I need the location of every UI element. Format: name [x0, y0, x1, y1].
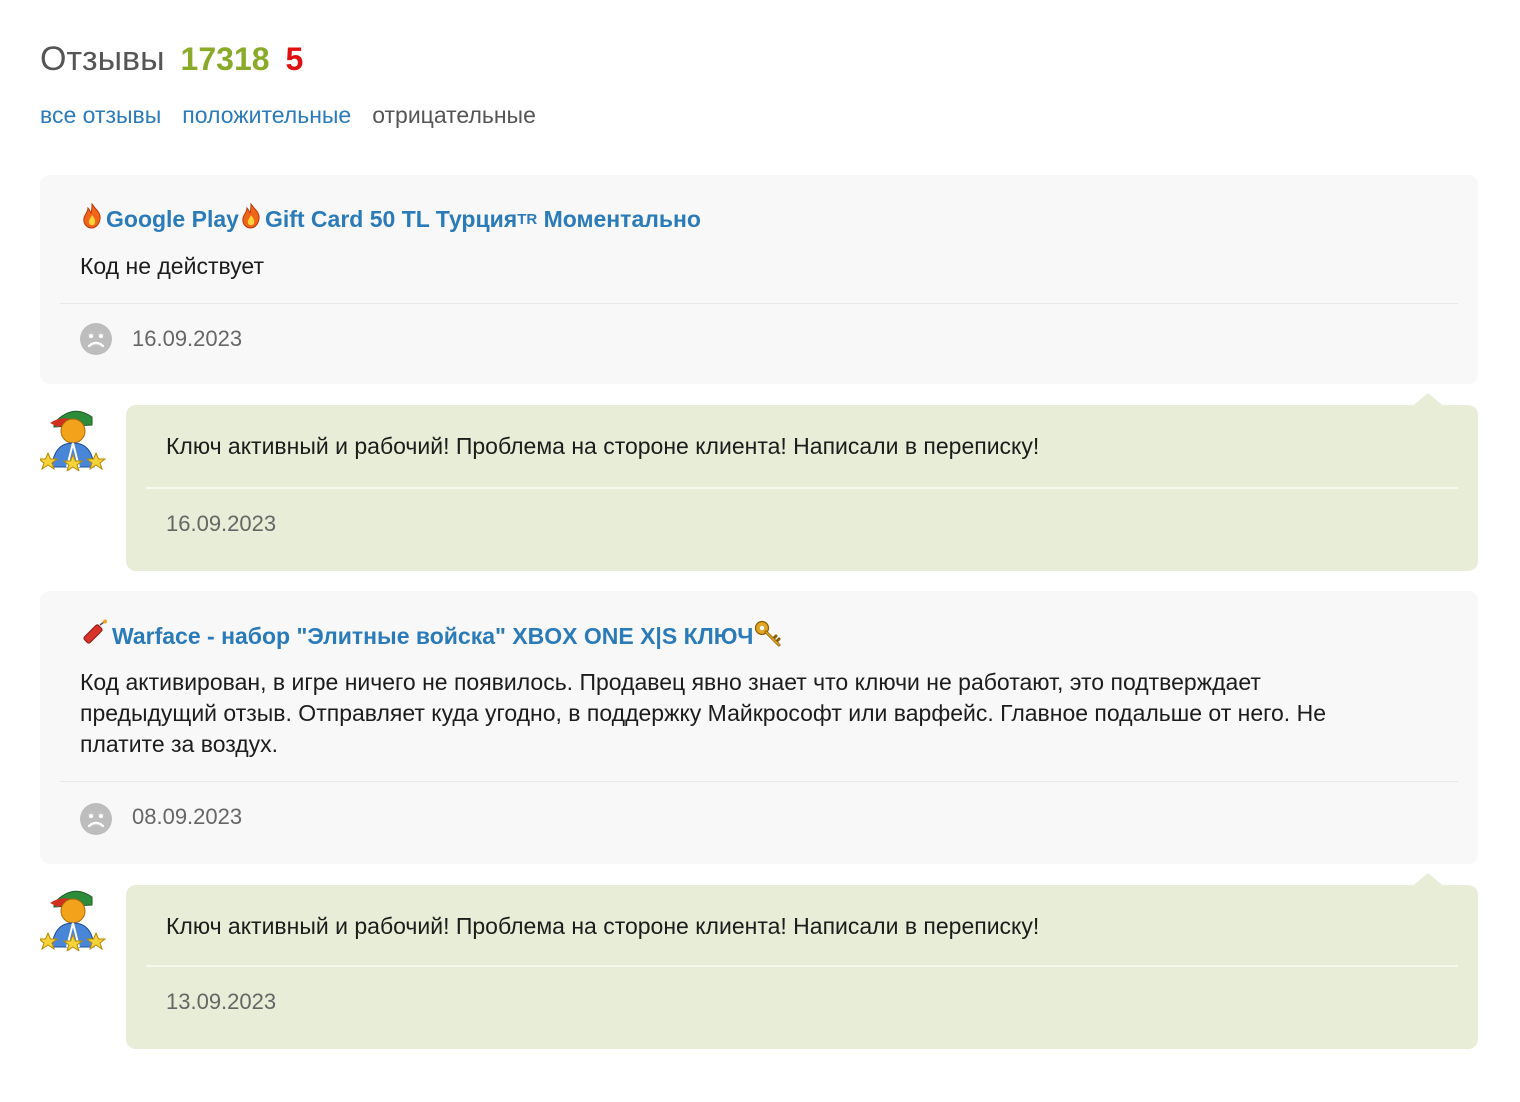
- review-card: Google Play Gift Card 50 TL Турция TR Мо…: [40, 175, 1478, 384]
- reviews-page: Отзывы 17318 5 все отзывы положительные …: [0, 0, 1520, 1102]
- page-title: Отзывы: [40, 40, 165, 78]
- product-title: Warface - набор "Элитные войска" XBOX ON…: [112, 622, 754, 649]
- seller-reply: Ключ активный и рабочий! Проблема на сто…: [126, 873, 1478, 1049]
- divider: [60, 781, 1458, 782]
- filter-positive[interactable]: положительные: [182, 102, 351, 129]
- reply-text: Ключ активный и рабочий! Проблема на сто…: [166, 433, 1040, 459]
- country-code: TR: [517, 210, 538, 228]
- filter-all[interactable]: все отзывы: [40, 102, 161, 129]
- key-icon: [753, 619, 783, 653]
- firecracker-icon: [80, 619, 110, 653]
- product-link[interactable]: Google Play Gift Card 50 TL Турция TR Мо…: [80, 202, 701, 235]
- reply-notch: [1414, 393, 1442, 405]
- review-filters: все отзывы положительные отрицательные: [40, 102, 557, 129]
- divider: [146, 965, 1458, 967]
- sad-face-icon: [80, 323, 112, 355]
- sad-face-icon: [80, 803, 112, 835]
- review-card: Warface - набор "Элитные войска" XBOX ON…: [40, 591, 1478, 864]
- product-link[interactable]: Warface - набор "Элитные войска" XBOX ON…: [80, 619, 785, 653]
- product-title-part: Google Play: [106, 205, 239, 232]
- reply-date: 16.09.2023: [166, 511, 277, 536]
- review-text: Код не действует: [80, 253, 264, 279]
- fire-icon: [80, 202, 104, 235]
- review-date: 08.09.2023: [132, 804, 243, 829]
- product-title-part: Gift Card 50 TL Турция: [264, 205, 518, 232]
- review-date: 16.09.2023: [132, 326, 243, 351]
- seller-avatar: [37, 885, 107, 953]
- positive-count: 17318: [180, 41, 270, 77]
- filter-negative[interactable]: отрицательные: [372, 102, 536, 129]
- reply-text: Ключ активный и рабочий! Проблема на сто…: [166, 913, 1040, 939]
- product-title-part: Моментально: [537, 205, 701, 232]
- divider: [146, 487, 1458, 489]
- reply-date: 13.09.2023: [166, 989, 277, 1014]
- divider: [60, 303, 1458, 304]
- reply-notch: [1414, 873, 1442, 885]
- negative-count: 5: [285, 41, 304, 77]
- fire-icon: [239, 202, 263, 235]
- seller-reply: Ключ активный и рабочий! Проблема на сто…: [126, 393, 1478, 571]
- reviews-header: Отзывы 17318 5: [40, 40, 303, 84]
- review-text: Код активирован, в игре ничего не появил…: [80, 669, 1326, 757]
- seller-avatar: [37, 405, 107, 473]
